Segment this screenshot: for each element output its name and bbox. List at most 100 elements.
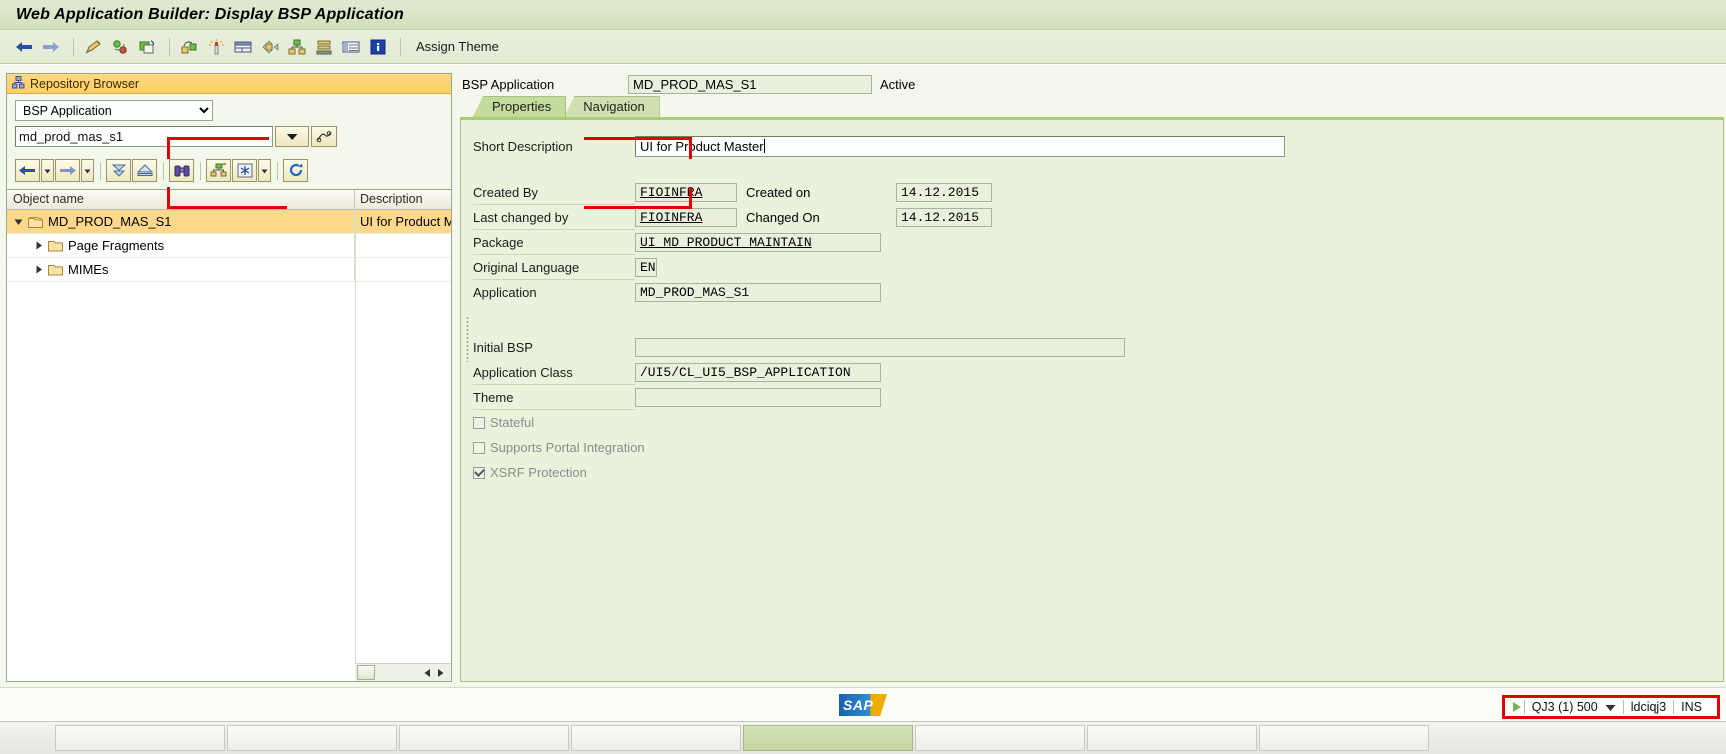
tab-properties[interactable]: Properties <box>473 96 567 117</box>
chevron-down-icon[interactable] <box>1605 700 1616 715</box>
tree-forward-history-button[interactable] <box>81 159 94 182</box>
created-on-label: Created on <box>746 185 811 200</box>
application-value[interactable]: MD_PROD_MAS_S1 <box>635 283 881 302</box>
navigate-icon[interactable] <box>258 35 282 59</box>
package-value[interactable]: UI_MD_PRODUCT_MAINTAIN <box>635 233 881 252</box>
xsrf-protection-label: XSRF Protection <box>490 465 587 480</box>
expand-all-button[interactable] <box>106 159 131 182</box>
supports-portal-integration-label: Supports Portal Integration <box>490 440 645 455</box>
footer-bar: SAP <box>0 687 1726 722</box>
other-object-button[interactable] <box>232 159 257 182</box>
tree-column-object-name: Object name <box>7 190 355 209</box>
page-title: Web Application Builder: Display BSP App… <box>16 5 405 23</box>
supports-portal-integration-checkbox[interactable] <box>473 441 485 454</box>
stack-icon[interactable] <box>312 35 336 59</box>
tree-forward-button[interactable] <box>55 159 80 182</box>
copy-object-icon[interactable] <box>135 35 159 59</box>
package-label: Package <box>473 230 635 255</box>
toolbar-separator <box>277 161 278 180</box>
last-changed-by-row: Last changed by FIOINFRA Changed On 14.1… <box>461 205 1723 230</box>
last-changed-by-value[interactable]: FIOINFRA <box>635 208 737 227</box>
binoculars-icon <box>174 165 189 177</box>
short-description-input[interactable]: UI for Product Master <box>635 135 1285 157</box>
table-view-icon[interactable] <box>339 35 363 59</box>
table-row[interactable]: MD_PROD_MAS_S1 UI for Product M <box>7 210 451 234</box>
toolbar-separator <box>73 37 74 56</box>
play-icon[interactable] <box>1512 702 1521 712</box>
changed-on-value[interactable]: 14.12.2015 <box>896 208 992 227</box>
taskbar-item[interactable] <box>743 725 913 751</box>
server-name: ldciqj3 <box>1630 700 1667 714</box>
os-taskbar <box>0 721 1726 754</box>
tree-back-history-button[interactable] <box>41 159 54 182</box>
expand-toggle-icon[interactable] <box>13 218 24 226</box>
detail-panel: BSP Application MD_PROD_MAS_S1 Active Pr… <box>458 73 1726 682</box>
taskbar-item[interactable] <box>399 725 569 751</box>
supports-portal-integration-checkbox-row[interactable]: Supports Portal Integration <box>461 435 1723 460</box>
highlight-wand-icon[interactable] <box>204 35 228 59</box>
toolbar-separator <box>200 161 201 180</box>
tree-node-description <box>355 258 451 282</box>
tree-horizontal-scrollbar[interactable] <box>355 663 451 681</box>
table-row[interactable]: Page Fragments <box>7 234 451 258</box>
taskbar-item[interactable] <box>1087 725 1257 751</box>
stateful-checkbox[interactable] <box>473 416 485 429</box>
xsrf-protection-checkbox[interactable] <box>473 466 485 479</box>
search-help-button[interactable] <box>311 126 337 147</box>
toolbar-separator <box>400 37 401 56</box>
initial-bsp-value[interactable] <box>635 338 1125 357</box>
taskbar-item[interactable] <box>227 725 397 751</box>
object-name-input[interactable] <box>15 126 273 147</box>
back-arrow-icon <box>19 166 35 175</box>
hierarchy-icon[interactable] <box>285 35 309 59</box>
original-language-value[interactable]: EN <box>635 258 657 277</box>
created-by-value[interactable]: FIOINFRA <box>635 183 737 202</box>
object-name-dropdown-button[interactable] <box>275 126 309 147</box>
double-chevron-down-icon <box>111 164 126 177</box>
expand-toggle-icon[interactable] <box>33 265 44 274</box>
stateful-checkbox-row[interactable]: Stateful <box>461 410 1723 435</box>
short-description-label: Short Description <box>473 138 573 154</box>
taskbar-item[interactable] <box>571 725 741 751</box>
work-area: Repository Browser BSP Application md_pr… <box>0 65 1726 688</box>
properties-tab-panel: Short Description UI for Product Master … <box>460 117 1724 682</box>
layout-editor-icon[interactable] <box>231 35 255 59</box>
repository-browser-header: Repository Browser <box>7 74 451 94</box>
edit-pencil-icon[interactable] <box>81 35 105 59</box>
taskbar-item[interactable] <box>915 725 1085 751</box>
object-link-icon[interactable] <box>177 35 201 59</box>
taskbar-item[interactable] <box>55 725 225 751</box>
tab-bar: Properties Navigation <box>458 95 1726 117</box>
back-arrow-icon[interactable] <box>12 35 36 59</box>
assign-theme-button[interactable]: Assign Theme <box>416 39 499 54</box>
other-object-dropdown[interactable] <box>258 159 271 182</box>
bsp-application-value[interactable]: MD_PROD_MAS_S1 <box>628 74 872 94</box>
form-splitter-handle[interactable] <box>466 316 469 362</box>
insert-mode[interactable]: INS <box>1674 700 1709 714</box>
tab-navigation[interactable]: Navigation <box>564 96 660 117</box>
refresh-button[interactable] <box>283 159 308 182</box>
tree-node-description <box>355 234 451 258</box>
repository-browser-controls: BSP Application <box>7 94 451 151</box>
forward-arrow-icon[interactable] <box>39 35 63 59</box>
scroll-right-icon <box>438 668 444 677</box>
application-class-value[interactable]: /UI5/CL_UI5_BSP_APPLICATION <box>635 363 881 382</box>
system-info[interactable]: QJ3 (1) 500 <box>1525 700 1605 714</box>
taskbar-item[interactable] <box>1259 725 1429 751</box>
folder-icon <box>48 239 63 252</box>
information-icon[interactable] <box>366 35 390 59</box>
repository-browser-toolbar <box>7 151 451 189</box>
main-toolbar: Assign Theme <box>0 30 1726 64</box>
refresh-cycle-icon[interactable] <box>108 35 132 59</box>
scrollbar-thumb[interactable] <box>357 665 375 680</box>
xsrf-protection-checkbox-row[interactable]: XSRF Protection <box>461 460 1723 485</box>
find-button[interactable] <box>169 159 194 182</box>
object-type-select[interactable]: BSP Application <box>15 100 213 121</box>
created-on-value[interactable]: 14.12.2015 <box>896 183 992 202</box>
hierarchy-button[interactable] <box>206 159 231 182</box>
table-row[interactable]: MIMEs <box>7 258 451 282</box>
expand-toggle-icon[interactable] <box>33 241 44 250</box>
theme-value[interactable] <box>635 388 881 407</box>
tree-back-button[interactable] <box>15 159 40 182</box>
collapse-all-button[interactable] <box>132 159 157 182</box>
